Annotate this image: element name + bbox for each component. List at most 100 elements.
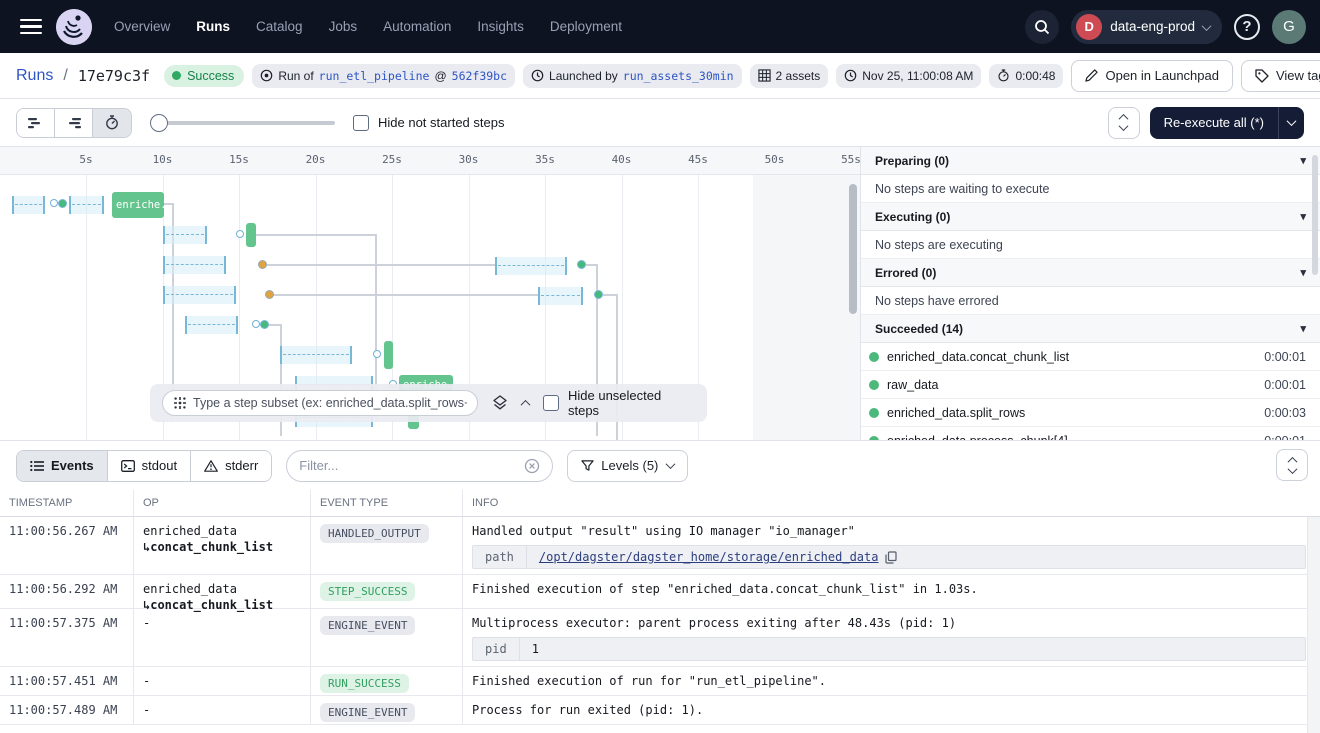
workspace-avatar: D: [1076, 14, 1102, 40]
checkbox[interactable]: [543, 395, 559, 411]
succeeded-step-row[interactable]: enriched_data.process_chunk[4]0:00:01: [861, 427, 1320, 440]
events-scrollbar[interactable]: [1307, 517, 1320, 733]
reexecute-all-button[interactable]: Re-execute all (*): [1150, 107, 1304, 139]
column-header-op: OP: [133, 490, 310, 516]
step-subset-input[interactable]: [193, 396, 467, 410]
events-tabs: Eventsstdoutstderr: [16, 450, 272, 482]
step-status-sidebar: Preparing (0)▾No steps are waiting to ex…: [861, 147, 1320, 440]
dagster-logo[interactable]: [56, 9, 92, 45]
gantt-step-bar[interactable]: [384, 341, 393, 369]
event-type-badge: HANDLED_OUTPUT: [310, 517, 462, 574]
gantt-step-bar[interactable]: enriche.: [112, 192, 164, 218]
run-tag-1[interactable]: Launched by run_assets_30min: [523, 64, 742, 88]
section-header-2[interactable]: Errored (0)▾: [861, 259, 1320, 287]
event-type-badge: ENGINE_EVENT: [310, 609, 462, 666]
gridline: [86, 175, 87, 440]
gantt-waterfall-view-button[interactable]: [55, 109, 93, 137]
slider-handle[interactable]: [150, 114, 168, 132]
expand-collapse-stepper[interactable]: [1108, 107, 1140, 139]
hamburger-menu-icon[interactable]: [20, 19, 42, 35]
gantt-scrollbar[interactable]: [849, 184, 857, 314]
gantt-green-dot: [260, 320, 269, 329]
list-icon: [30, 460, 44, 472]
gantt-blue-dot: [50, 199, 58, 207]
filter-input-wrap[interactable]: [286, 450, 553, 482]
gantt-green-dot: [577, 260, 586, 269]
section-header-0[interactable]: Preparing (0)▾: [861, 147, 1320, 175]
tag-link[interactable]: run_assets_30min: [623, 69, 734, 83]
tag-link[interactable]: run_etl_pipeline: [319, 69, 430, 83]
help-button[interactable]: ?: [1234, 14, 1260, 40]
events-expand-stepper[interactable]: [1276, 449, 1308, 481]
levels-dropdown[interactable]: Levels (5): [567, 450, 688, 482]
tab-stdout[interactable]: stdout: [108, 451, 191, 481]
gantt-flat-view-button[interactable]: [17, 109, 55, 137]
gantt-timed-view-button[interactable]: [93, 109, 131, 137]
layers-icon[interactable]: [492, 395, 508, 411]
view-tags-config-button[interactable]: View tags and config: [1241, 60, 1320, 92]
nav-item-overview[interactable]: Overview: [114, 19, 170, 34]
run-id: 17e79c3f: [78, 67, 150, 85]
open-launchpad-button[interactable]: Open in Launchpad: [1071, 60, 1232, 92]
nav-item-catalog[interactable]: Catalog: [256, 19, 303, 34]
sidebar-scrollbar[interactable]: [1312, 155, 1318, 275]
event-log-row: 11:00:57.489 AM-ENGINE_EVENTProcess for …: [0, 696, 1320, 725]
succeeded-step-row[interactable]: raw_data0:00:01: [861, 371, 1320, 399]
tag-link[interactable]: 562f39bc: [452, 69, 507, 83]
event-op: -: [133, 667, 310, 695]
nav-item-jobs[interactable]: Jobs: [329, 19, 358, 34]
filter-input[interactable]: [299, 458, 516, 473]
search-icon: [1034, 19, 1050, 35]
event-type-badge: ENGINE_EVENT: [310, 696, 462, 724]
hide-not-started-checkbox-row[interactable]: Hide not started steps: [353, 115, 504, 131]
section-caret-icon: ▾: [1300, 322, 1306, 335]
event-log-row: 11:00:56.292 AMenriched_data↳concat_chun…: [0, 575, 1320, 609]
gantt-connector: [273, 294, 540, 296]
run-tag-0[interactable]: Run of run_etl_pipeline @ 562f39bc: [252, 64, 515, 88]
event-log-row: 11:00:57.375 AM-ENGINE_EVENTMultiprocess…: [0, 609, 1320, 667]
run-tags: Run of run_etl_pipeline @ 562f39bc Launch…: [252, 64, 1063, 88]
gantt-green-dot: [594, 290, 603, 299]
hide-unselected-checkbox-row[interactable]: Hide unselected steps: [543, 388, 695, 418]
clear-filter-icon[interactable]: [524, 458, 540, 474]
nav-item-deployment[interactable]: Deployment: [550, 19, 622, 34]
run-tag-2[interactable]: 2 assets: [750, 64, 829, 88]
event-op: -: [133, 609, 310, 666]
metadata-path-link[interactable]: /opt/dagster/dagster_home/storage/enrich…: [539, 550, 879, 564]
reexecute-menu-caret[interactable]: [1278, 107, 1304, 139]
collapse-overlay-icon[interactable]: [522, 400, 529, 407]
succeeded-step-row[interactable]: enriched_data.split_rows0:00:03: [861, 399, 1320, 427]
gantt-toolbar: Hide not started steps Re-execute all (*…: [0, 99, 1320, 147]
user-avatar[interactable]: G: [1272, 10, 1306, 44]
tab-stderr[interactable]: stderr: [191, 451, 271, 481]
gantt-pending-box: [185, 316, 238, 334]
section-caret-icon: ▾: [1300, 210, 1306, 223]
section-header-1[interactable]: Executing (0)▾: [861, 203, 1320, 231]
gantt-zoom-slider[interactable]: [150, 114, 335, 132]
gantt-step-bar[interactable]: [246, 223, 256, 247]
event-info: Finished execution of run for "run_etl_p…: [462, 667, 1320, 695]
gantt-chart[interactable]: 5s10s15s20s25s30s35s40s45s50s55s enriche…: [0, 147, 861, 440]
run-header: Runs / 17e79c3f Success Run of run_etl_p…: [0, 53, 1320, 99]
run-tag-3[interactable]: Nov 25, 11:00:08 AM: [836, 64, 981, 88]
gantt-view-mode-group: [16, 108, 132, 138]
succeeded-step-row[interactable]: enriched_data.concat_chunk_list0:00:01: [861, 343, 1320, 371]
checkbox[interactable]: [353, 115, 369, 131]
step-subset-input-wrap[interactable]: [162, 390, 478, 416]
funnel-icon: [581, 459, 594, 472]
nav-item-runs[interactable]: Runs: [196, 19, 230, 34]
breadcrumb-runs-link[interactable]: Runs: [16, 67, 53, 85]
nav-item-automation[interactable]: Automation: [383, 19, 451, 34]
event-info: Multiprocess executor: parent process ex…: [462, 609, 1320, 666]
search-button[interactable]: [1025, 10, 1059, 44]
gantt-pending-box: [12, 196, 45, 214]
workspace-switcher[interactable]: D data-eng-prod: [1071, 10, 1222, 44]
event-info: Process for run exited (pid: 1).: [462, 696, 1320, 724]
run-tag-4[interactable]: 0:00:48: [989, 64, 1063, 88]
nav-item-insights[interactable]: Insights: [477, 19, 524, 34]
event-op: -: [133, 696, 310, 724]
tab-Events[interactable]: Events: [17, 451, 108, 481]
status-badge: Success: [164, 65, 244, 87]
section-header-3[interactable]: Succeeded (14)▾: [861, 315, 1320, 343]
copy-icon[interactable]: [885, 551, 897, 564]
